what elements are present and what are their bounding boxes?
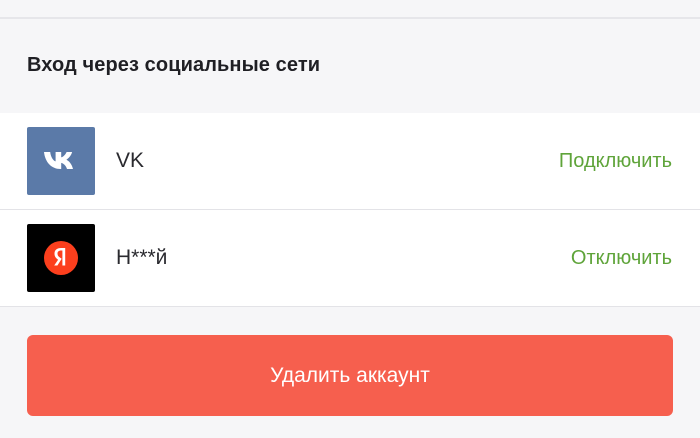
yandex-disconnect-button[interactable]: Отключить [571,247,672,270]
top-divider [0,17,700,19]
delete-account-button[interactable]: Удалить аккаунт [27,335,673,416]
vk-connect-button[interactable]: Подключить [559,150,672,173]
social-account-row-yandex: Н***й Отключить [0,210,700,307]
vk-icon [27,127,95,195]
social-account-row-vk: VK Подключить [0,113,700,210]
vk-account-name: VK [116,149,145,172]
section-title: Вход через социальные сети [27,54,321,76]
yandex-account-name: Н***й [116,246,168,269]
social-login-settings: Вход через социальные сети VK Подключить… [0,0,700,438]
yandex-logo [27,224,95,292]
social-accounts-list: VK Подключить Н***й Отключить [0,113,700,307]
yandex-icon [44,241,78,275]
